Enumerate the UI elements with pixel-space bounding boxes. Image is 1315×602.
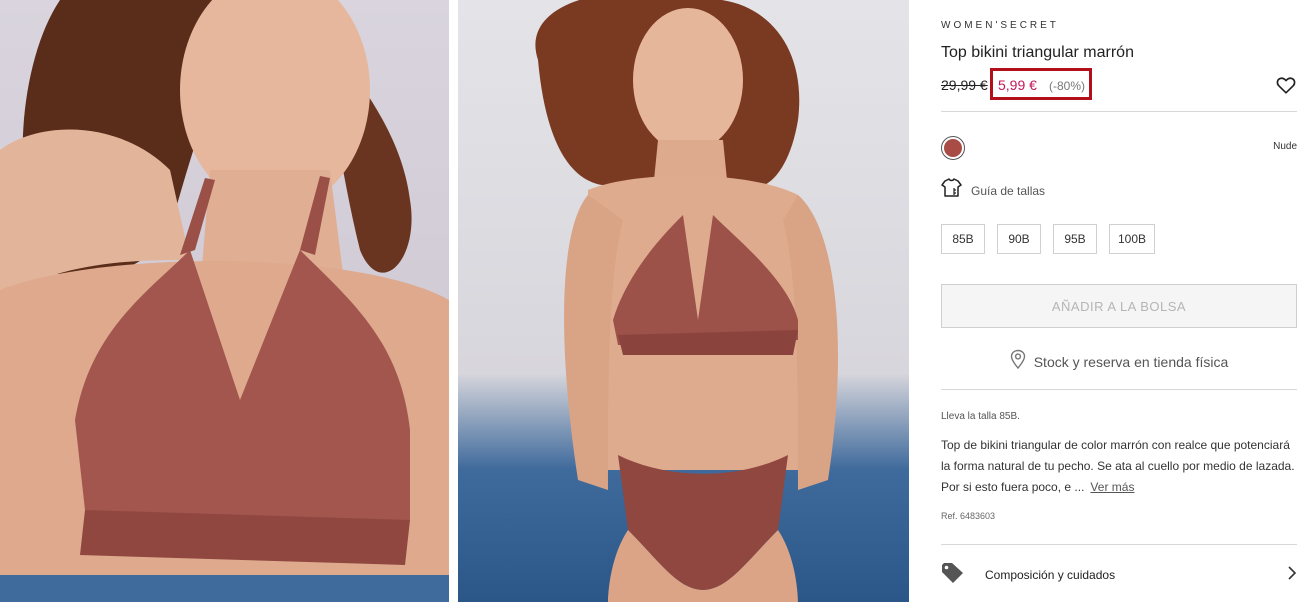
product-info-panel: WOMEN'SECRET Top bikini triangular marró…: [941, 0, 1297, 602]
store-stock-link[interactable]: Stock y reserva en tienda física: [941, 349, 1297, 374]
divider: [941, 544, 1297, 545]
sale-price: 5,99 €: [998, 77, 1037, 93]
product-photo-closeup[interactable]: [0, 0, 449, 602]
color-name: Nude: [1273, 141, 1297, 152]
model-size-note: Lleva la talla 85B.: [941, 411, 1020, 422]
product-photo-fullbody[interactable]: [458, 0, 909, 602]
store-stock-label: Stock y reserva en tienda física: [1033, 353, 1229, 370]
divider: [941, 111, 1297, 112]
composition-care-label: Composición y cuidados: [985, 568, 1116, 582]
size-guide-link[interactable]: Guía de tallas: [941, 178, 1045, 203]
composition-care-row[interactable]: Composición y cuidados: [941, 562, 1297, 588]
add-to-bag-button[interactable]: AÑADIR A LA BOLSA: [941, 284, 1297, 328]
old-price: 29,99 €: [941, 77, 988, 93]
read-more-link[interactable]: Ver más: [1090, 480, 1134, 494]
brand-name: WOMEN'SECRET: [941, 20, 1059, 31]
divider: [941, 389, 1297, 390]
chevron-right-icon: [1287, 565, 1297, 586]
location-pin-icon: [1010, 349, 1026, 374]
closeup-illustration: [0, 0, 449, 602]
size-option-100b[interactable]: 100B: [1109, 224, 1155, 254]
price-row: 29,99 € 5,99 € (-80%): [941, 68, 1297, 100]
discount-badge: (-80%): [1049, 79, 1086, 93]
color-swatch[interactable]: [941, 136, 965, 160]
size-options: 85B 90B 95B 100B: [941, 224, 1155, 254]
product-title: Top bikini triangular marrón: [941, 44, 1134, 61]
size-option-90b[interactable]: 90B: [997, 224, 1041, 254]
heart-icon[interactable]: [1275, 74, 1297, 96]
tag-icon: [941, 562, 965, 589]
product-description: Top de bikini triangular de color marrón…: [941, 435, 1297, 498]
color-swatch-fill: [944, 139, 962, 157]
product-reference: Ref. 6483603: [941, 511, 996, 521]
size-guide-label: Guía de tallas: [971, 183, 1046, 198]
size-option-85b[interactable]: 85B: [941, 224, 985, 254]
fullbody-illustration: [535, 0, 838, 602]
shirt-ruler-icon: [941, 178, 963, 203]
size-option-95b[interactable]: 95B: [1053, 224, 1097, 254]
